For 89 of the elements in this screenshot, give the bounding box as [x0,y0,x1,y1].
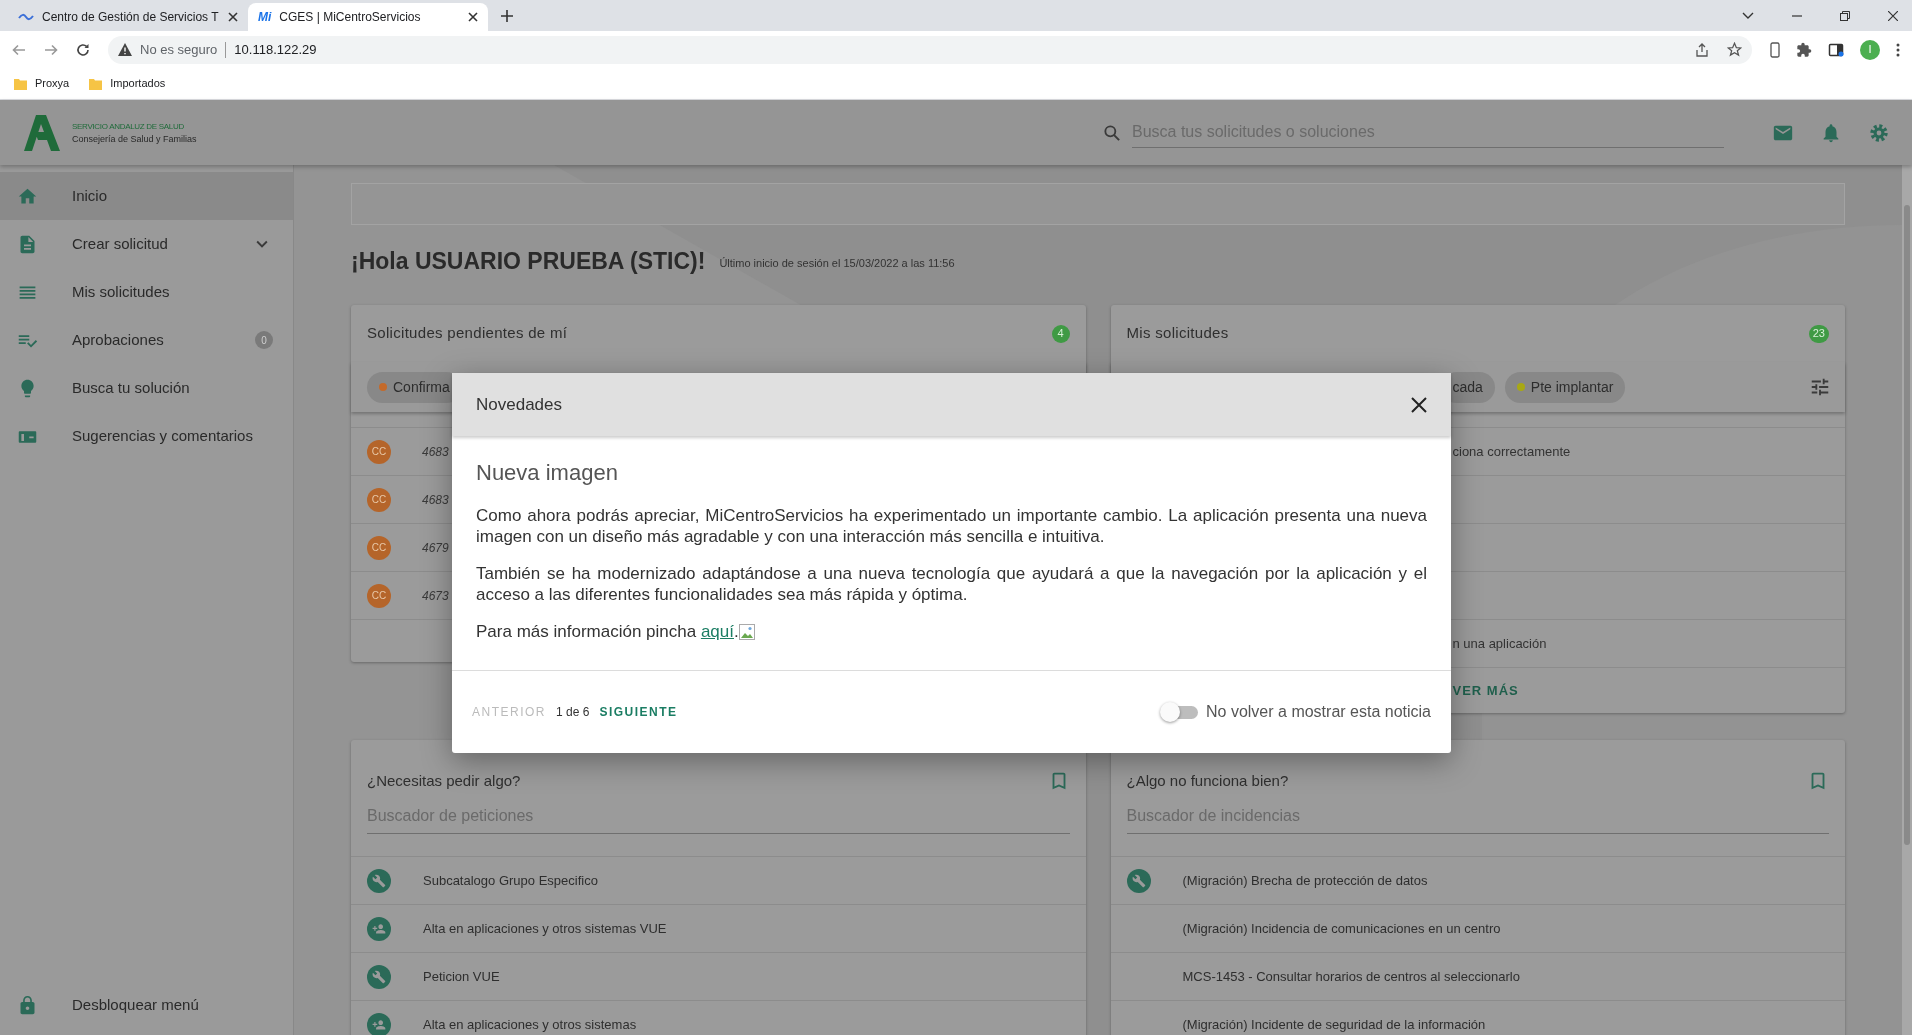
list-row[interactable]: Subcatalogo Grupo Especifico [351,857,1086,905]
back-icon[interactable] [12,42,26,57]
count-badge: 4 [1051,324,1070,343]
sidebar-item[interactable]: Inicio [0,172,293,220]
menu-icon[interactable] [1896,42,1900,57]
filter-chip[interactable]: Pte implantar [1504,371,1626,403]
dialog-title: Novedades [476,393,562,416]
toggle-switch[interactable] [1160,702,1198,722]
profile-avatar[interactable]: I [1860,39,1880,60]
request-title: ciona correctamente [1452,442,1571,461]
see-more-link[interactable]: VER MÁS [1452,680,1519,701]
list-row[interactable]: Peticion VUE [351,953,1086,1001]
close-icon[interactable] [228,12,238,22]
list-row[interactable]: (Migración) Incidencia de comunicaciones en un centro [1110,905,1845,953]
bookmark-item[interactable]: Proxya [14,75,70,92]
card-title: Mis solicitudes [1126,323,1229,344]
restore-icon[interactable] [1840,11,1850,21]
request-number: 4673 [422,587,449,605]
dialog-paragraph: También se ha modernizado adaptándose a una nueva tecnología que ayudará a que la navegación por la aplicación y el acceso a las diferentes funcionalidades sea más rápida y óptima. [476,563,1427,605]
sidebar-item[interactable]: Crear solicitud [0,220,293,268]
favicon-text: Mi [258,9,272,26]
count-badge: 0 [255,331,273,349]
wave-favicon-icon [18,12,34,22]
browser-tab[interactable]: Mi CGES | MiCentroServicios [248,3,488,31]
wrench-icon [367,964,391,989]
folder-icon [89,77,103,90]
tab-title: CGES | MiCentroServicios [279,9,422,26]
card-title: Solicitudes pendientes de mí [367,323,568,344]
avatar: CC [367,583,391,608]
logo-icon [22,112,62,153]
sidebar-item[interactable]: Aprobaciones 0 [0,316,293,364]
search-icon[interactable] [1102,122,1122,143]
list-row[interactable]: Alta en aplicaciones y otros sistemas VUE [351,905,1086,953]
forward-icon[interactable] [44,42,58,57]
dialog-heading: Nueva imagen [476,459,619,487]
scrollbar-thumb[interactable] [1904,205,1910,845]
share-icon[interactable] [1695,42,1709,57]
filter-settings-icon[interactable] [1809,376,1831,398]
punctuation-text: . [734,621,739,642]
tab-title: Centro de Gestión de Servicios T [42,9,220,26]
url-text: 10.118.122.29 [234,40,317,59]
toggle-label: No volver a mostrar esta noticia [1206,702,1431,722]
star-icon[interactable] [1727,42,1742,57]
bookmark-item[interactable]: Importados [89,75,166,92]
new-tab-icon[interactable] [500,9,514,23]
card-title: ¿Algo no funciona bien? [1126,770,1289,791]
reload-icon[interactable] [76,42,90,57]
security-label: No es seguro [140,40,218,59]
close-icon[interactable] [468,12,478,22]
list-row[interactable]: MCS-1453 - Consultar horarios de centros al seleccionarlo [1110,953,1845,1001]
person-add-icon [367,916,391,941]
last-login-text: Último inicio de sesión el 15/03/2022 a las 11:56 [719,255,955,271]
chevron-down-icon[interactable] [1742,12,1754,20]
request-title: n una aplicación [1452,634,1547,653]
folder-icon [14,77,27,90]
logo-text: SERVICIO ANDALUZ DE SALUD [72,120,185,133]
sidebar-item[interactable]: Sugerencias y comentarios [0,412,293,460]
count-badge: 23 [1808,324,1829,343]
avatar: CC [367,535,391,560]
puzzle-icon[interactable] [1796,41,1812,58]
logo-subtitle: Consejería de Salud y Familias [72,132,197,145]
page-indicator: 1 de 6 [556,704,590,721]
request-number: 4679 [422,539,449,557]
card-title: ¿Necesitas pedir algo? [367,770,521,791]
sidebar-item[interactable]: Mis solicitudes [0,268,293,316]
list-row[interactable]: (Migración) Brecha de protección de datos [1110,857,1845,905]
avatar: CC [367,487,391,512]
close-window-icon[interactable] [1888,11,1898,21]
document-edit-icon [17,233,38,255]
wrench-icon [1126,868,1151,893]
close-icon[interactable] [1411,396,1427,413]
warning-icon [118,43,132,56]
list-row[interactable]: (Migración) Incidente de seguridad de la información [1110,1001,1845,1035]
list-row[interactable]: Alta en aplicaciones y otros sistemas [351,1001,1086,1035]
sidebar-item[interactable]: Desbloquear menú [0,981,293,1029]
greeting-title: ¡Hola USUARIO PRUEBA (STIC)! [351,249,706,273]
wrench-icon [367,868,391,893]
next-button[interactable]: SIGUIENTE [599,703,678,721]
dialog-paragraph: Como ahora podrás apreciar, MiCentroServicios ha experimentado un importante cambio. La aplicación presenta una nueva imagen con un diseño más agradable y con una interacción más sencilla e intuitiva. [476,505,1427,547]
broken-image-icon [738,623,755,640]
sidebar-item[interactable]: Busca tu solución [0,364,293,412]
request-number: 4683 [422,491,449,509]
phone-icon[interactable] [1770,41,1780,58]
request-number: 4683 [422,443,449,461]
address-bar[interactable]: No es seguro 10.118.122.29 [108,35,1752,64]
info-link[interactable]: aquí [700,621,734,642]
avatar: CC [367,439,391,464]
side-panel-icon[interactable] [1828,41,1844,58]
dialog-paragraph: Para más información pincha [476,621,698,642]
